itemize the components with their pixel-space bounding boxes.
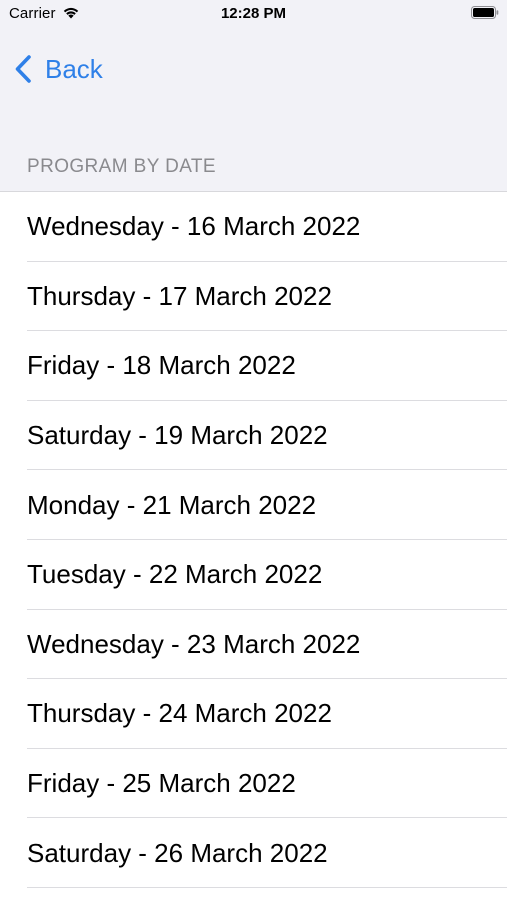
list-item-date[interactable]: Thursday - 24 March 2022 <box>0 679 507 749</box>
list-item-label: Friday - 18 March 2022 <box>27 350 296 381</box>
date-list: Wednesday - 16 March 2022 Thursday - 17 … <box>0 191 507 900</box>
back-button[interactable]: Back <box>14 52 103 86</box>
status-bar: Carrier 12:28 PM <box>0 0 507 28</box>
list-item-label: Tuesday - 22 March 2022 <box>27 559 323 590</box>
list-item-date[interactable]: Tuesday - 22 March 2022 <box>0 540 507 610</box>
battery-icon <box>471 6 499 19</box>
list-item-label: Wednesday - 16 March 2022 <box>27 211 361 242</box>
list-item-date[interactable]: Wednesday - 23 March 2022 <box>0 610 507 680</box>
list-item-label: Thursday - 24 March 2022 <box>27 698 332 729</box>
back-button-label: Back <box>45 54 103 84</box>
list-item-date[interactable]: Wednesday - 16 March 2022 <box>0 192 507 262</box>
list-item-date[interactable]: Thursday - 17 March 2022 <box>0 262 507 332</box>
list-item-date[interactable]: Monday - 21 March 2022 <box>0 470 507 540</box>
status-time: 12:28 PM <box>220 5 287 22</box>
list-item-label: Monday - 21 March 2022 <box>27 489 317 520</box>
section-header: PROGRAM BY DATE <box>27 156 216 177</box>
list-item-date[interactable]: Friday - 25 March 2022 <box>0 749 507 819</box>
list-item-date[interactable]: Friday - 18 March 2022 <box>0 331 507 401</box>
chevron-left-icon <box>15 55 31 83</box>
list-item-label: Thursday - 17 March 2022 <box>27 280 332 311</box>
list-item-date[interactable]: Saturday - 19 March 2022 <box>0 401 507 471</box>
list-item-label: Wednesday - 23 March 2022 <box>27 628 361 659</box>
list-item-label: Saturday - 19 March 2022 <box>27 420 328 451</box>
list-item-date[interactable]: Saturday - 26 March 2022 <box>0 818 507 888</box>
list-item-label: Saturday - 26 March 2022 <box>27 837 328 868</box>
list-item-label: Friday - 25 March 2022 <box>27 768 296 799</box>
navigation-bar: Back <box>0 28 507 108</box>
